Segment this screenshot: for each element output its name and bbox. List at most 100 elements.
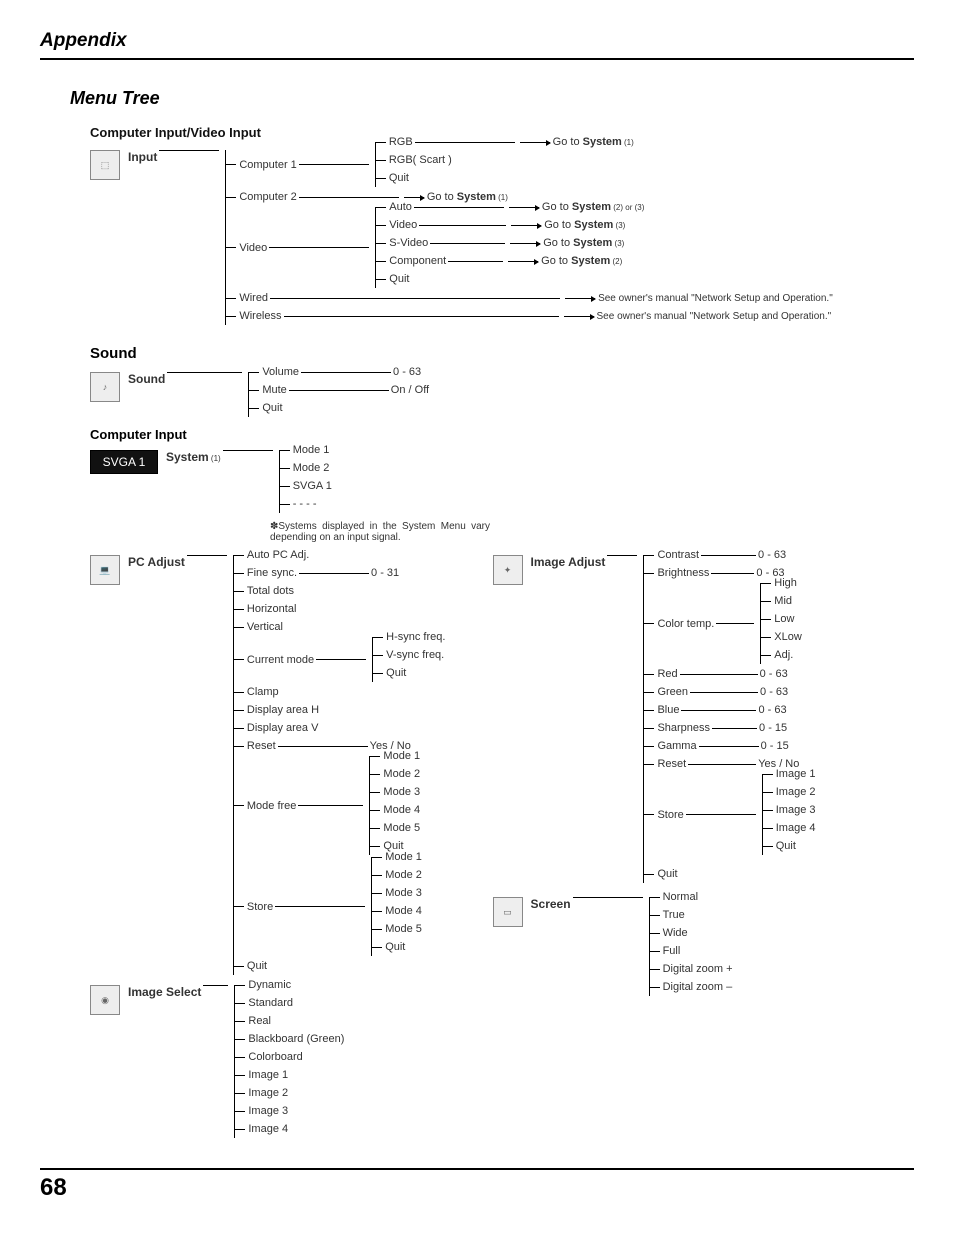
imageadjust-tree: ✦ Image Adjust Contrast0 - 63 Brightness… — [493, 555, 914, 883]
sound-icon: ♪ — [90, 372, 120, 402]
ia-store: Store — [657, 809, 683, 821]
sys-dashes: - - - - — [293, 498, 317, 510]
pc-dah: Display area H — [247, 704, 319, 716]
system-root: System (1) — [166, 450, 221, 464]
wired: Wired — [239, 292, 268, 304]
st-2: Mode 2 — [385, 869, 422, 881]
imageselect-tree: ◉ Image Select Dynamic Standard Real Bla… — [40, 985, 483, 1138]
v-auto: Auto — [389, 201, 412, 213]
sc-0: Normal — [663, 891, 698, 903]
ia-green: Green — [657, 686, 688, 698]
pc-finesync: Fine sync. — [247, 567, 297, 579]
input-icon: ⬚ — [90, 150, 120, 180]
ia-blue-r: 0 - 63 — [758, 704, 786, 716]
ct-low: Low — [774, 613, 794, 625]
c1-rgb-goto: Go to System (1) — [553, 136, 634, 148]
v-auto-goto: Go to System (2) or (3) — [542, 201, 644, 213]
pc-finesync-r: 0 - 31 — [371, 567, 399, 579]
pcadjust-root: PC Adjust — [128, 555, 185, 569]
input-tree: ⬚ Input Computer 1 RGB Go to System (1) … — [40, 150, 914, 325]
pc-totaldots: Total dots — [247, 585, 294, 597]
ia-quit: Quit — [657, 868, 677, 880]
ia-brightness: Brightness — [657, 567, 709, 579]
sys-mode2: Mode 2 — [293, 462, 330, 474]
pc-vertical: Vertical — [247, 621, 283, 633]
screen-tree: ▭ Screen Normal True Wide Full Digital z… — [493, 897, 914, 996]
c1-rgbscart: RGB( Scart ) — [389, 154, 452, 166]
wireless: Wireless — [239, 310, 281, 322]
pc-dav: Display area V — [247, 722, 319, 734]
imageselect-icon: ◉ — [90, 985, 120, 1015]
ia-blue: Blue — [657, 704, 679, 716]
mf-3: Mode 3 — [383, 786, 420, 798]
st-5: Mode 5 — [385, 923, 422, 935]
sc-2: Wide — [663, 927, 688, 939]
pc-horizontal: Horizontal — [247, 603, 297, 615]
sound-root: Sound — [128, 372, 165, 386]
is-5: Image 1 — [248, 1069, 288, 1081]
st-1: Mode 1 — [385, 851, 422, 863]
video: Video — [239, 242, 267, 254]
imageselect-root: Image Select — [128, 985, 201, 999]
system-icon: SVGA 1 — [90, 450, 158, 474]
ia-red-r: 0 - 63 — [760, 668, 788, 680]
mute-range: On / Off — [391, 384, 429, 396]
pcadjust-tree: 💻 PC Adjust Auto PC Adj. Fine sync.0 - 3… — [40, 555, 483, 975]
is-8: Image 4 — [248, 1123, 288, 1135]
computer1: Computer 1 — [239, 159, 296, 171]
is-3: Blackboard (Green) — [248, 1033, 344, 1045]
v-video-goto: Go to System (3) — [544, 219, 625, 231]
mf-1: Mode 1 — [383, 750, 420, 762]
ia-green-r: 0 - 63 — [760, 686, 788, 698]
pc-store: Store — [247, 901, 273, 913]
is-2: Real — [248, 1015, 271, 1027]
ias-4: Image 4 — [776, 822, 816, 834]
v-svideo: S-Video — [389, 237, 428, 249]
ia-contrast: Contrast — [657, 549, 699, 561]
is-7: Image 3 — [248, 1105, 288, 1117]
imageadjust-root: Image Adjust — [531, 555, 606, 569]
sc-5: Digital zoom – — [663, 981, 733, 993]
st-4: Mode 4 — [385, 905, 422, 917]
st-q: Quit — [385, 941, 405, 953]
ia-gamma-r: 0 - 15 — [761, 740, 789, 752]
ia-sharpness: Sharpness — [657, 722, 710, 734]
v-component: Component — [389, 255, 446, 267]
computer2: Computer 2 — [239, 191, 296, 203]
is-1: Standard — [248, 997, 293, 1009]
footer-rule — [40, 1168, 914, 1170]
page-number: 68 — [40, 1174, 914, 1202]
ct-adj: Adj. — [774, 649, 793, 661]
ia-colortemp: Color temp. — [657, 618, 714, 630]
imageadjust-icon: ✦ — [493, 555, 523, 585]
sc-1: True — [663, 909, 685, 921]
sc-4: Digital zoom + — [663, 963, 733, 975]
ias-q: Quit — [776, 840, 796, 852]
section-title: Menu Tree — [70, 88, 914, 109]
system-tree: SVGA 1 System (1) Mode 1 Mode 2 SVGA 1 -… — [40, 450, 914, 543]
volume: Volume — [262, 366, 299, 378]
cm-vsync: V-sync freq. — [386, 649, 444, 661]
computer-input-heading: Computer Input — [90, 427, 914, 442]
is-0: Dynamic — [248, 979, 291, 991]
ias-1: Image 1 — [776, 768, 816, 780]
screen-icon: ▭ — [493, 897, 523, 927]
pc-clamp: Clamp — [247, 686, 279, 698]
screen-root: Screen — [531, 897, 571, 911]
pcadjust-icon: 💻 — [90, 555, 120, 585]
pc-quit: Quit — [247, 960, 267, 972]
ct-xlow: XLow — [774, 631, 802, 643]
ct-high: High — [774, 577, 797, 589]
cm-hsync: H-sync freq. — [386, 631, 445, 643]
system-note: ✽Systems displayed in the System Menu va… — [270, 521, 490, 543]
st-3: Mode 3 — [385, 887, 422, 899]
pc-currentmode: Current mode — [247, 654, 314, 666]
mf-2: Mode 2 — [383, 768, 420, 780]
mf-5: Mode 5 — [383, 822, 420, 834]
ia-contrast-r: 0 - 63 — [758, 549, 786, 561]
v-quit: Quit — [389, 273, 409, 285]
mf-4: Mode 4 — [383, 804, 420, 816]
ct-mid: Mid — [774, 595, 792, 607]
ia-gamma: Gamma — [657, 740, 696, 752]
sound-tree: ♪ Sound Volume0 - 63 MuteOn / Off Quit — [40, 372, 914, 417]
